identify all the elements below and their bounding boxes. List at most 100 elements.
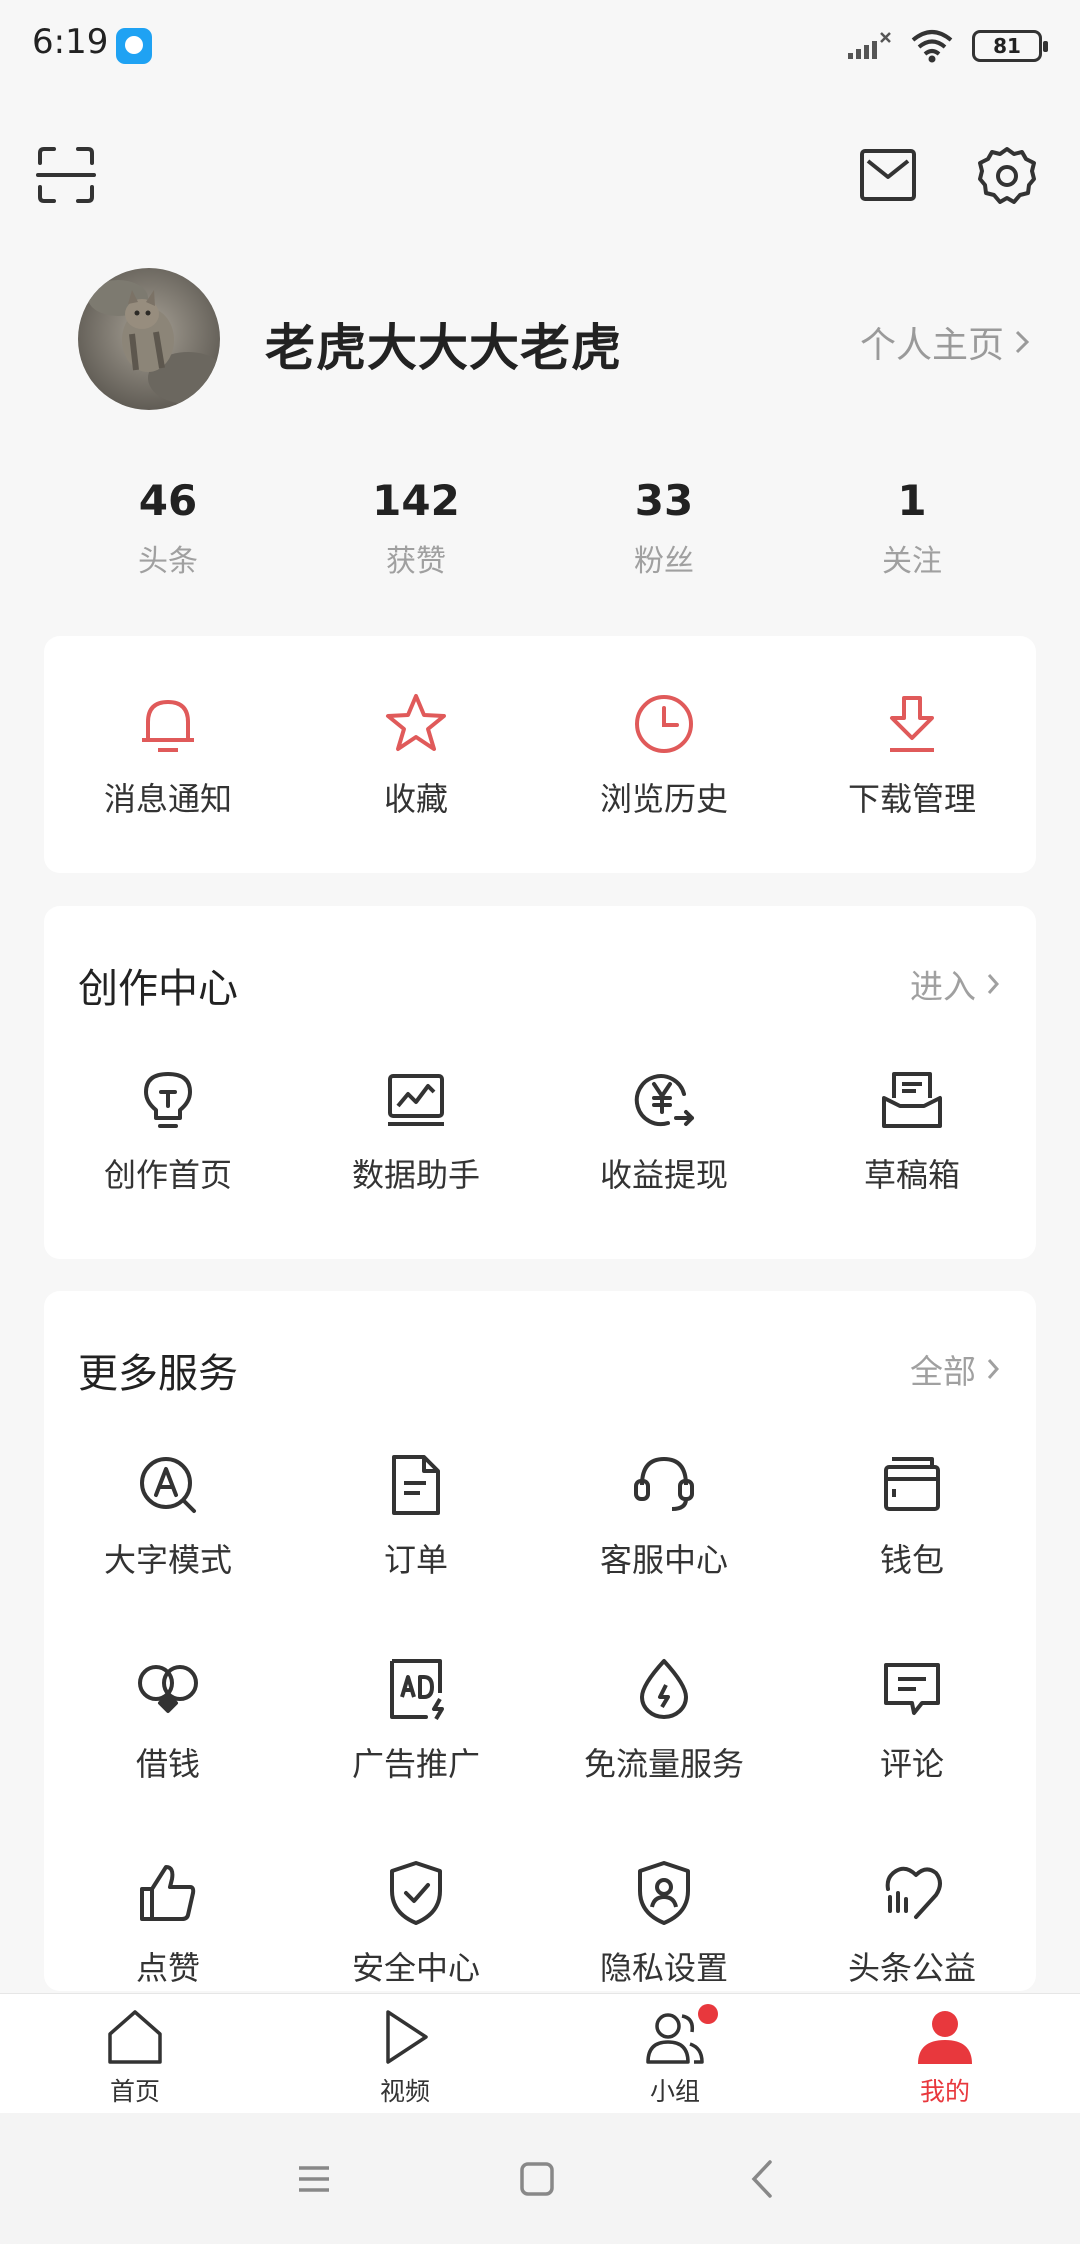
stat-following[interactable]: 1 关注 (788, 470, 1036, 580)
back-icon[interactable] (742, 2158, 784, 2200)
top-bar (0, 135, 1080, 215)
stat-value: 46 (138, 476, 198, 525)
chart-monitor-icon (388, 1074, 444, 1126)
profile-home-link[interactable]: 个人主页 (860, 316, 1030, 368)
nav-home[interactable]: 首页 (0, 1994, 270, 2113)
service-ad-promotion[interactable]: 广告推广 (292, 1653, 540, 1785)
service-label: 免流量服务 (583, 1745, 744, 1783)
service-comments[interactable]: 评论 (788, 1653, 1036, 1785)
quick-actions-grid: 消息通知 收藏 浏览历史 下载管理 (44, 688, 1036, 820)
service-wallet[interactable]: 钱包 (788, 1449, 1036, 1581)
quick-action-notifications[interactable]: 消息通知 (44, 688, 292, 820)
enter-label: 进入 (910, 967, 976, 1006)
nav-group[interactable]: 小组 (540, 1994, 810, 2113)
service-security-center[interactable]: 安全中心 (292, 1857, 540, 1989)
battery-level: 81 (993, 34, 1021, 58)
ad-icon (390, 1659, 444, 1721)
clock-icon (635, 695, 693, 753)
loan-icon (138, 1665, 198, 1713)
drafts-item[interactable]: 草稿箱 (788, 1064, 1036, 1196)
more-services-title: 更多服务 (78, 1351, 238, 1397)
yuan-withdraw-icon (634, 1074, 694, 1127)
quick-actions-card: 消息通知 收藏 浏览历史 下载管理 (44, 636, 1036, 873)
service-privacy-settings[interactable]: 隐私设置 (540, 1857, 788, 1989)
avatar[interactable] (78, 268, 220, 410)
nav-label: 我的 (919, 2077, 970, 2106)
system-nav-bar (0, 2113, 1080, 2244)
more-services-all-link[interactable]: 全部 (910, 1345, 1000, 1393)
stats-row: 46 头条 142 获赞 33 粉丝 1 关注 (44, 470, 1036, 580)
service-label: 点赞 (135, 1949, 200, 1987)
quick-action-label: 收藏 (383, 780, 448, 818)
stat-headlines[interactable]: 46 头条 (44, 470, 292, 580)
creation-center-grid: 创作首页 数据助手 收益提现 草稿箱 (44, 1064, 1036, 1196)
large-font-icon (140, 1457, 196, 1513)
charity-heart-icon (885, 1866, 942, 1919)
stat-value: 33 (634, 476, 694, 525)
home-icon (108, 2010, 162, 2064)
service-orders[interactable]: 订单 (292, 1449, 540, 1581)
create-home-item[interactable]: 创作首页 (44, 1064, 292, 1196)
username: 老虎大大大老虎 (265, 319, 622, 377)
wallet-icon (884, 1457, 940, 1511)
stat-value: 1 (897, 476, 927, 525)
service-large-font[interactable]: 大字模式 (44, 1449, 292, 1581)
star-icon (386, 694, 446, 751)
quick-action-label: 消息通知 (103, 780, 232, 818)
create-item-label: 收益提现 (599, 1156, 728, 1194)
nav-label: 视频 (379, 2077, 430, 2106)
service-label: 安全中心 (351, 1949, 480, 1987)
create-item-label: 草稿箱 (863, 1156, 960, 1194)
create-item-label: 数据助手 (351, 1156, 480, 1194)
creation-center-enter-link[interactable]: 进入 (910, 960, 1000, 1008)
service-customer-center[interactable]: 客服中心 (540, 1449, 788, 1581)
stat-followers[interactable]: 33 粉丝 (540, 470, 788, 580)
menu-icon[interactable] (293, 2158, 335, 2200)
creation-center-card: 创作中心 进入 创作首页 数据助手 收益提现 草稿箱 (44, 906, 1036, 1259)
quick-action-favorites[interactable]: 收藏 (292, 688, 540, 820)
creation-center-title: 创作中心 (78, 966, 238, 1012)
nav-label: 首页 (109, 2077, 160, 2106)
service-label: 广告推广 (351, 1745, 480, 1783)
bell-icon (142, 700, 194, 752)
service-loan[interactable]: 借钱 (44, 1653, 292, 1785)
battery-indicator: 81 (972, 30, 1048, 62)
headset-icon (634, 1457, 694, 1511)
comment-icon (884, 1663, 940, 1715)
gear-icon[interactable] (976, 145, 1038, 207)
status-time: 6:19 (32, 22, 109, 62)
signal-icon (848, 32, 891, 59)
chevron-right-icon (1015, 330, 1030, 354)
quick-action-downloads[interactable]: 下载管理 (788, 688, 1036, 820)
create-item-label: 创作首页 (103, 1156, 232, 1194)
shield-user-icon (638, 1861, 690, 1925)
service-likes[interactable]: 点赞 (44, 1857, 292, 1989)
nav-me[interactable]: 我的 (810, 1994, 1080, 2113)
group-icon (646, 2013, 704, 2064)
nav-label: 小组 (649, 2077, 700, 2106)
nav-video[interactable]: 视频 (270, 1994, 540, 2113)
data-assistant-item[interactable]: 数据助手 (292, 1064, 540, 1196)
user-icon (918, 2011, 972, 2064)
stat-likes[interactable]: 142 获赞 (292, 470, 540, 580)
service-data-free[interactable]: 免流量服务 (540, 1653, 788, 1785)
stat-label: 头条 (138, 544, 198, 579)
quick-action-label: 浏览历史 (599, 780, 728, 818)
stat-label: 关注 (882, 544, 942, 579)
shield-check-icon (390, 1861, 442, 1925)
mail-icon[interactable] (858, 147, 918, 203)
scan-icon[interactable] (36, 145, 96, 205)
service-label: 钱包 (879, 1541, 944, 1579)
bottom-nav: 首页 视频 小组 我的 (0, 1993, 1080, 2113)
service-label: 客服中心 (599, 1541, 728, 1579)
earnings-withdraw-item[interactable]: 收益提现 (540, 1064, 788, 1196)
service-label: 隐私设置 (599, 1949, 728, 1987)
quick-action-history[interactable]: 浏览历史 (540, 688, 788, 820)
nav-badge-dot (698, 2004, 718, 2024)
message-bubble-icon (116, 28, 152, 64)
quick-action-label: 下载管理 (847, 780, 976, 818)
stat-label: 粉丝 (634, 544, 694, 579)
service-charity[interactable]: 头条公益 (788, 1857, 1036, 1989)
download-icon (890, 696, 934, 752)
home-square-icon[interactable] (516, 2158, 558, 2200)
